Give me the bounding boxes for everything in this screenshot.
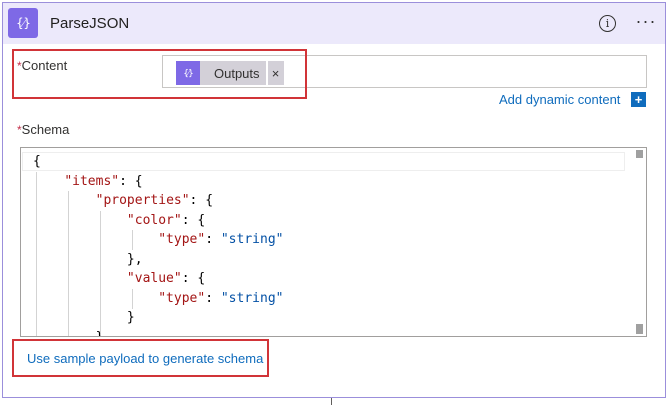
json-punctuation (33, 271, 127, 286)
json-punctuation (33, 291, 158, 306)
action-header[interactable]: {⁄} ParseJSON i ··· (3, 3, 665, 44)
json-punctuation: { (33, 154, 41, 169)
add-dynamic-content-link[interactable]: Add dynamic content (499, 92, 620, 107)
close-icon[interactable]: × (267, 61, 284, 85)
curly-braces-icon: {⁄} (176, 61, 200, 85)
schema-editor[interactable]: { "items": { "properties": { "color": { … (20, 147, 647, 337)
json-punctuation: : { (119, 173, 143, 189)
code-line: } (33, 308, 283, 328)
json-punctuation (33, 193, 96, 208)
schema-label: *Schema (17, 122, 69, 137)
outputs-token[interactable]: {⁄} Outputs × (176, 61, 284, 85)
json-string: "string" (220, 290, 284, 306)
json-punctuation: : (205, 290, 221, 306)
json-punctuation (33, 174, 64, 189)
scrollbar-thumb-top[interactable] (636, 150, 643, 158)
json-punctuation: }, (33, 251, 143, 267)
json-punctuation (33, 213, 127, 228)
code-line: "properties": { (33, 191, 283, 211)
code-line: } (33, 328, 283, 337)
code-line: "type": "string" (33, 230, 283, 250)
schema-code: { "items": { "properties": { "color": { … (33, 152, 283, 337)
json-punctuation: : { (189, 193, 214, 208)
token-label: Outputs (200, 61, 266, 85)
scrollbar-thumb-bottom[interactable] (636, 324, 643, 334)
json-key: "type" (158, 290, 206, 306)
more-options-icon[interactable]: ··· (635, 11, 657, 31)
plus-icon[interactable]: + (631, 92, 646, 107)
content-input[interactable]: {⁄} Outputs × (162, 55, 647, 88)
parse-json-action-card: {⁄} ParseJSON i ··· *Content {⁄} Outputs… (2, 2, 666, 398)
json-key: "value" (126, 271, 182, 286)
json-key: "properties" (95, 193, 190, 208)
json-punctuation: } (33, 329, 104, 337)
json-punctuation (33, 232, 158, 247)
code-line: { (33, 152, 283, 172)
code-line: "value": { (33, 269, 283, 289)
schema-label-text: Schema (21, 122, 70, 137)
info-icon[interactable]: i (599, 15, 616, 32)
code-line: "items": { (33, 172, 283, 192)
json-string: "string" (220, 232, 284, 247)
code-line: }, (33, 250, 283, 270)
flow-connector (331, 398, 332, 405)
curly-braces-icon: {⁄} (8, 8, 38, 38)
json-punctuation: : (205, 232, 221, 247)
code-line: "type": "string" (33, 289, 283, 309)
json-punctuation: } (33, 310, 135, 325)
use-sample-payload-link[interactable]: Use sample payload to generate schema (27, 351, 263, 366)
json-key: "items" (64, 173, 120, 189)
json-punctuation: : { (181, 212, 206, 228)
json-key: "color" (126, 212, 182, 228)
action-title[interactable]: ParseJSON (50, 15, 129, 32)
json-key: "type" (158, 232, 206, 247)
json-punctuation: : { (181, 271, 206, 286)
code-line: "color": { (33, 211, 283, 231)
content-label-text: Content (21, 58, 68, 73)
editor-scrollbar[interactable] (632, 148, 646, 336)
content-label: *Content (17, 58, 67, 73)
